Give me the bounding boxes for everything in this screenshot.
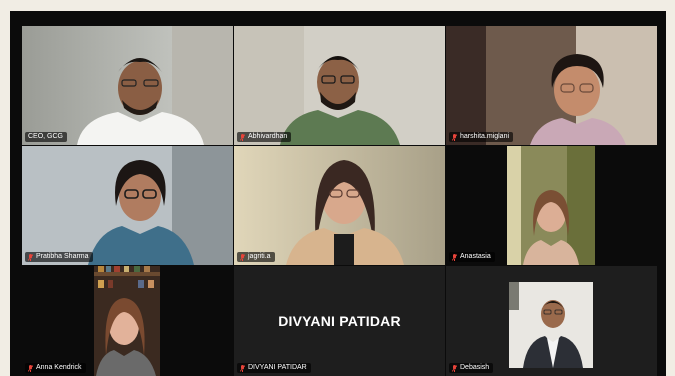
participant-name: Anastasia <box>460 253 491 260</box>
mic-muted-icon <box>452 364 457 372</box>
participant-name: DIVYANI PATIDAR <box>248 364 307 371</box>
participant-name: jagriti.a <box>248 253 271 260</box>
video-tile-divyani[interactable]: DIVYANI PATIDAR DIVYANI PATIDAR <box>234 266 445 376</box>
participant-name-tag: jagriti.a <box>237 252 275 262</box>
participant-name: Abhivardhan <box>248 133 288 140</box>
mic-muted-icon <box>28 364 33 372</box>
participant-video <box>234 26 445 145</box>
mic-muted-icon <box>240 364 245 372</box>
participant-video <box>234 146 445 265</box>
participant-video <box>22 146 233 265</box>
participant-name-tag: Debasish <box>449 363 494 373</box>
mic-muted-icon <box>452 133 457 141</box>
video-tile-ceo[interactable]: CEO, GCG <box>22 26 233 145</box>
video-grid: CEO, GCG Abhivardhan harshita.miglani Pr… <box>10 11 666 376</box>
mic-muted-icon <box>452 253 457 261</box>
participant-video <box>22 26 233 145</box>
participant-name: Anna Kendrick <box>36 364 82 371</box>
mic-muted-icon <box>240 133 245 141</box>
video-tile-debasish[interactable]: Debasish <box>446 266 657 376</box>
video-tile-pratibha[interactable]: Pratibha Sharma <box>22 146 233 265</box>
participant-name-tag: Anastasia <box>449 252 495 262</box>
video-tile-harshita[interactable]: harshita.miglani <box>446 26 657 145</box>
participant-name: Debasish <box>460 364 490 371</box>
participant-name-tag: Pratibha Sharma <box>25 252 93 262</box>
participant-name: Pratibha Sharma <box>36 253 89 260</box>
participant-name-tag: CEO, GCG <box>25 132 68 142</box>
participant-name: harshita.miglani <box>460 133 510 140</box>
video-tile-anastasia[interactable]: Anastasia <box>446 146 657 265</box>
video-tile-anna[interactable]: Anna Kendrick <box>22 266 233 376</box>
participant-name-tag: DIVYANI PATIDAR <box>237 363 311 373</box>
participant-name-tag: Anna Kendrick <box>25 363 86 373</box>
participant-video <box>446 26 657 145</box>
video-tile-abhivardhan[interactable]: Abhivardhan <box>234 26 445 145</box>
participant-display-name: DIVYANI PATIDAR <box>278 313 401 329</box>
video-tile-jagriti[interactable]: jagriti.a <box>234 146 445 265</box>
mic-muted-icon <box>28 253 33 261</box>
participant-name: CEO, GCG <box>28 133 64 140</box>
participant-name-tag: harshita.miglani <box>449 132 514 142</box>
participant-video <box>507 146 595 265</box>
mic-muted-icon <box>240 253 245 261</box>
participant-name-tag: Abhivardhan <box>237 132 292 142</box>
participant-video <box>94 266 160 376</box>
participant-video <box>509 282 593 368</box>
